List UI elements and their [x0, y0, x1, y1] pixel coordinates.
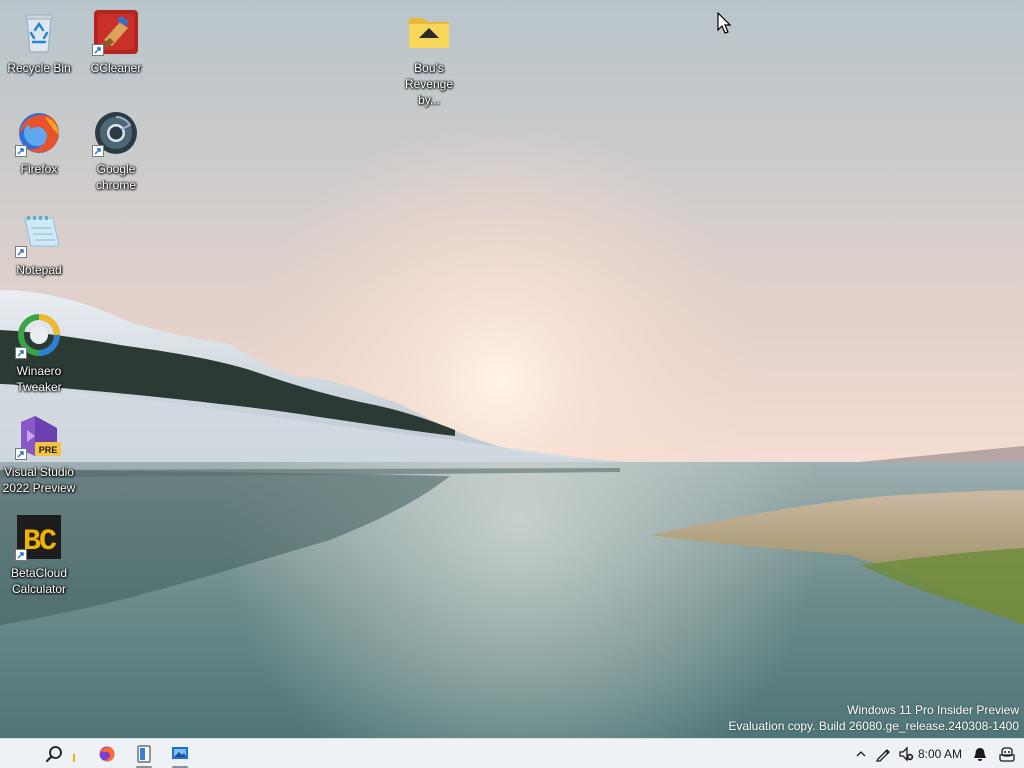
desktop-icon-label: Recycle Bin	[7, 61, 71, 75]
tray-notifications-button[interactable]	[970, 739, 990, 768]
taskbar-firefox-button[interactable]	[91, 739, 123, 768]
tray-copilot-button[interactable]	[996, 739, 1018, 768]
tray-volume-button[interactable]	[896, 739, 916, 768]
desktop-icon-label: BetaCloud Calculator	[10, 566, 68, 596]
chevron-up-icon	[856, 751, 866, 757]
taskbar-file-explorer-button[interactable]	[128, 739, 160, 768]
taskbar-remote-desktop-button[interactable]	[164, 739, 196, 768]
desktop-icon-firefox[interactable]: Firefox	[0, 109, 78, 177]
desktop-icon-label: Google chrome	[95, 162, 136, 192]
copilot-icon	[999, 747, 1015, 762]
recycle-bin-icon	[25, 14, 53, 53]
firefox-icon	[99, 746, 115, 762]
desktop-icon-label: Visual Studio 2022 Preview	[2, 465, 76, 495]
desktop-icon-label: CCleaner	[90, 61, 142, 75]
desktop-icon-ccleaner[interactable]: CCleaner	[77, 8, 155, 76]
desktop-icon-bous-revenge-folder[interactable]: Bou's Revenge by...	[390, 8, 468, 108]
shortcut-arrow-icon	[15, 145, 27, 157]
remote-desktop-icon	[172, 747, 188, 759]
watermark-build: Evaluation copy. Build 26080.ge_release.…	[728, 719, 1019, 733]
folder-icon	[409, 18, 449, 48]
speaker-muted-icon	[899, 746, 914, 762]
desktop-icon-recycle-bin[interactable]: Recycle Bin	[0, 8, 78, 76]
evaluation-watermark: Windows 11 Pro Insider Preview Evaluatio…	[728, 702, 1019, 734]
bc-glyph-text: BC	[23, 525, 57, 559]
shortcut-arrow-icon	[15, 448, 27, 460]
search-icon	[46, 746, 62, 762]
shortcut-arrow-icon	[15, 246, 27, 258]
taskbar: 8:00 AM	[0, 738, 1024, 768]
taskbar-search-button[interactable]	[38, 739, 70, 768]
desktop-icon-label: Winaero Tweaker	[16, 364, 62, 394]
desktop-icon-label: Firefox	[20, 162, 58, 176]
desktop-icon-google-chrome[interactable]: Google chrome	[77, 109, 155, 193]
pre-badge: PRE	[39, 445, 58, 455]
desktop-icon-label: Bou's Revenge by...	[404, 61, 454, 107]
bell-icon	[974, 747, 986, 761]
desktop-icon-winaero-tweaker[interactable]: Winaero Tweaker	[0, 311, 78, 395]
taskbar-separator	[73, 754, 75, 762]
watermark-edition: Windows 11 Pro Insider Preview	[847, 703, 1019, 717]
desktop-icon-visual-studio-2022-preview[interactable]: PRE Visual Studio 2022 Preview	[0, 412, 78, 496]
mouse-cursor-icon	[717, 12, 731, 34]
tray-overflow-button[interactable]	[853, 739, 869, 768]
shortcut-arrow-icon	[92, 145, 104, 157]
shortcut-arrow-icon	[15, 347, 27, 359]
tray-pen-button[interactable]	[873, 739, 893, 768]
file-explorer-icon	[137, 745, 151, 763]
desktop-icon-label: Notepad	[16, 263, 62, 277]
desktop-icon-betacloud-calculator[interactable]: BC BetaCloud Calculator	[0, 513, 78, 597]
shortcut-arrow-icon	[15, 549, 27, 561]
taskbar-clock[interactable]: 8:00 AM	[918, 739, 962, 768]
pen-icon	[875, 749, 890, 762]
shortcut-arrow-icon	[92, 44, 104, 56]
desktop-icon-notepad[interactable]: Notepad	[0, 210, 78, 278]
